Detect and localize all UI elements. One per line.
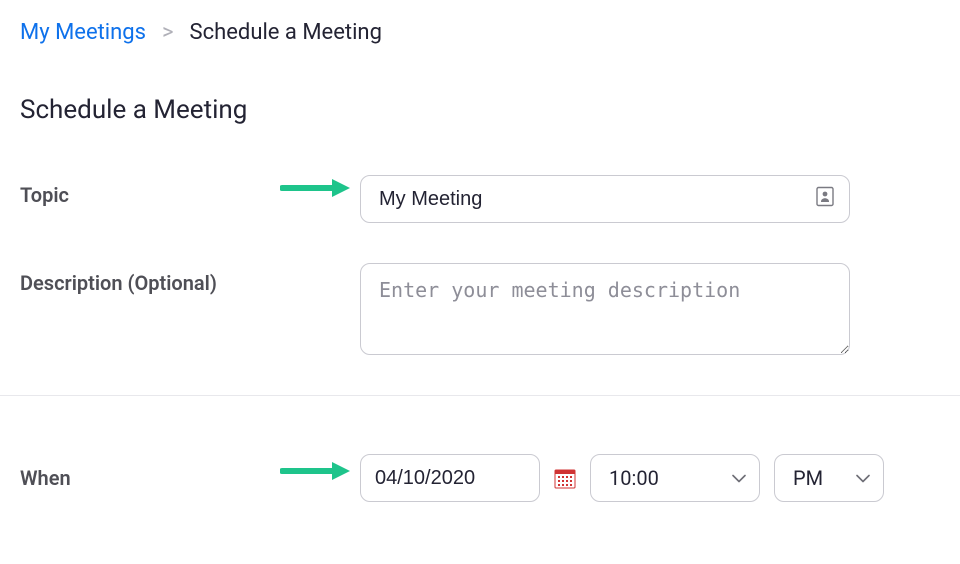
- topic-row: Topic: [20, 155, 940, 243]
- calendar-icon[interactable]: [554, 467, 576, 489]
- when-label: When: [20, 454, 360, 490]
- topic-input[interactable]: [360, 175, 850, 223]
- breadcrumb-current: Schedule a Meeting: [190, 20, 382, 45]
- topic-label: Topic: [20, 175, 360, 207]
- ampm-select-value: PM: [774, 454, 884, 502]
- ampm-select[interactable]: PM: [774, 454, 884, 502]
- breadcrumb-my-meetings[interactable]: My Meetings: [20, 20, 146, 45]
- chevron-right-icon: >: [162, 20, 174, 45]
- when-row: When 10:00: [20, 406, 940, 522]
- breadcrumb: My Meetings > Schedule a Meeting: [0, 0, 960, 45]
- page-title: Schedule a Meeting: [0, 45, 960, 145]
- date-input[interactable]: [360, 454, 540, 502]
- time-select-value: 10:00: [590, 454, 760, 502]
- description-input[interactable]: [360, 263, 850, 355]
- description-row: Description (Optional): [20, 243, 940, 375]
- description-label: Description (Optional): [20, 263, 360, 295]
- time-select[interactable]: 10:00: [590, 454, 760, 502]
